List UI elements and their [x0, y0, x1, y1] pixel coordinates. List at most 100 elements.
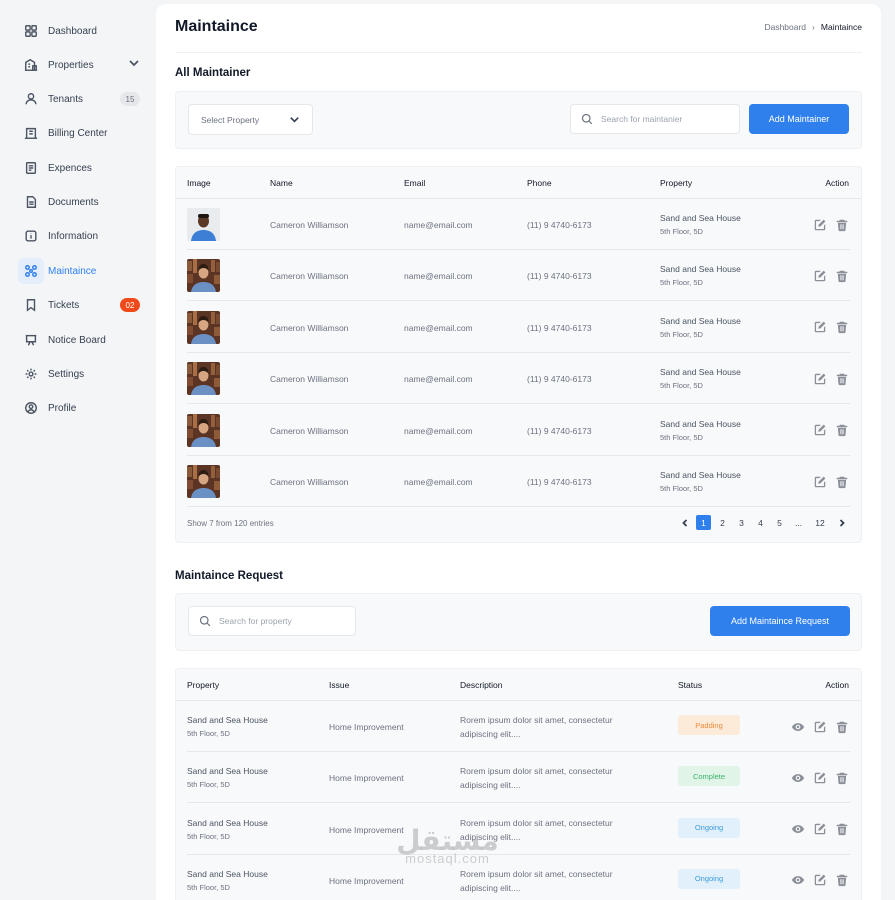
eye-icon[interactable]	[791, 720, 805, 734]
add-maintainer-button[interactable]: Add Maintainer	[749, 104, 849, 134]
maintainer-property: Sand and Sea House	[660, 264, 741, 275]
edit-icon[interactable]	[813, 873, 827, 887]
profile-icon	[18, 395, 44, 421]
trash-icon[interactable]	[835, 475, 849, 489]
eye-icon[interactable]	[791, 822, 805, 836]
sidebar-item-expences[interactable]: Expences	[18, 155, 140, 181]
trash-icon[interactable]	[835, 423, 849, 437]
request-table: Property Issue Description Status Action…	[175, 668, 862, 900]
sidebar-item-label: Documents	[48, 196, 99, 208]
sidebar-item-profile[interactable]: Profile	[18, 395, 140, 421]
sidebar-item-tickets[interactable]: Tickets 02	[18, 292, 140, 318]
breadcrumb-parent[interactable]: Dashboard	[764, 22, 806, 32]
maintainer-search-input[interactable]	[601, 114, 729, 124]
page-button[interactable]: 4	[753, 515, 768, 530]
maintainer-address: 5th Floor, 5D	[660, 432, 703, 442]
sidebar-item-label: Dashboard	[48, 25, 97, 37]
edit-icon[interactable]	[813, 771, 827, 785]
row-actions	[813, 250, 849, 301]
prev-page-button[interactable]	[677, 515, 692, 530]
request-description: Rorem ipsum dolor sit amet, consectetur	[460, 868, 613, 879]
column-header: Description	[460, 680, 503, 690]
maintainer-property: Sand and Sea House	[660, 418, 741, 429]
request-address: 5th Floor, 5D	[187, 780, 230, 790]
maintainer-search[interactable]	[570, 104, 740, 134]
avatar	[187, 310, 220, 344]
edit-icon[interactable]	[813, 218, 827, 232]
maintainer-email: name@email.com	[404, 271, 473, 282]
billing-icon	[18, 120, 44, 146]
trash-icon[interactable]	[835, 320, 849, 334]
edit-icon[interactable]	[813, 269, 827, 283]
pagination: 1 2 3 4 5 ... 12	[677, 515, 849, 530]
info-icon	[18, 223, 44, 249]
trash-icon[interactable]	[835, 720, 849, 734]
sidebar-item-maintaince[interactable]: Maintaince	[18, 258, 140, 284]
sidebar-item-tenants[interactable]: Tenants 15	[18, 86, 140, 112]
building-icon	[18, 52, 44, 78]
sidebar-item-dashboard[interactable]: Dashboard	[18, 18, 140, 44]
trash-icon[interactable]	[835, 771, 849, 785]
sidebar: Dashboard Properties Tenants 15 Billing …	[0, 0, 155, 900]
next-page-button[interactable]	[834, 515, 849, 530]
trash-icon[interactable]	[835, 873, 849, 887]
page-button[interactable]: 3	[734, 515, 749, 530]
request-issue: Home Improvement	[329, 722, 404, 732]
maintainer-name: Cameron Williamson	[270, 374, 349, 385]
page-button[interactable]: 1	[696, 515, 711, 530]
property-search[interactable]	[188, 606, 356, 636]
row-actions	[813, 302, 849, 353]
sidebar-item-label: Tickets	[48, 299, 80, 311]
chevron-down-icon[interactable]	[128, 56, 140, 74]
edit-icon[interactable]	[813, 822, 827, 836]
ticket-icon	[18, 292, 44, 318]
trash-icon[interactable]	[835, 822, 849, 836]
status-badge: Ongoing	[678, 868, 740, 889]
property-search-input[interactable]	[219, 616, 345, 626]
trash-icon[interactable]	[835, 372, 849, 386]
maintainer-email: name@email.com	[404, 477, 473, 487]
maintainer-property: Sand and Sea House	[660, 315, 741, 326]
request-property: Sand and Sea House	[187, 868, 268, 879]
maintainer-email: name@email.com	[404, 220, 473, 230]
eye-icon[interactable]	[791, 771, 805, 785]
row-actions	[813, 353, 849, 404]
sidebar-item-billing-center[interactable]: Billing Center	[18, 120, 140, 146]
maintainer-email: name@email.com	[404, 322, 473, 333]
page-button[interactable]: 12	[810, 515, 830, 530]
maintainer-address: 5th Floor, 5D	[660, 484, 703, 493]
page-button[interactable]: 5	[772, 515, 787, 530]
column-header: Status	[678, 680, 703, 690]
column-header: Phone	[527, 178, 552, 188]
eye-icon[interactable]	[791, 873, 805, 887]
trash-icon[interactable]	[835, 218, 849, 232]
sidebar-item-settings[interactable]: Settings	[18, 361, 140, 387]
sidebar-item-properties[interactable]: Properties	[18, 52, 140, 78]
request-description: Rorem ipsum dolor sit amet, consectetur	[460, 715, 613, 725]
trash-icon[interactable]	[835, 269, 849, 283]
table-row: Cameron Williamson name@email.com (11) 9 4…	[176, 456, 861, 507]
select-property-value: Select Property	[201, 114, 260, 125]
edit-icon[interactable]	[813, 423, 827, 437]
maintainer-name: Cameron Williamson	[270, 477, 349, 487]
add-maintaince-request-button[interactable]: Add Maintaince Request	[710, 606, 850, 636]
page-ellipsis: ...	[794, 517, 803, 528]
edit-icon[interactable]	[813, 372, 827, 386]
edit-icon[interactable]	[813, 720, 827, 734]
request-property: Sand and Sea House	[187, 715, 268, 725]
maintainer-table: Image Name Email Phone Property Action C…	[175, 166, 862, 543]
select-property-dropdown[interactable]: Select Property	[188, 104, 313, 135]
notice-board-icon	[18, 327, 44, 353]
maintainer-phone: (11) 9 4740-6173	[527, 271, 592, 282]
page-button[interactable]: 2	[715, 515, 730, 530]
maintainer-name: Cameron Williamson	[270, 322, 349, 333]
maintainer-phone: (11) 9 4740-6173	[527, 477, 592, 487]
sidebar-item-information[interactable]: Information	[18, 223, 140, 249]
sidebar-item-notice-board[interactable]: Notice Board	[18, 327, 140, 353]
sidebar-item-documents[interactable]: Documents	[18, 189, 140, 215]
edit-icon[interactable]	[813, 320, 827, 334]
maintainer-property: Sand and Sea House	[660, 213, 741, 223]
edit-icon[interactable]	[813, 475, 827, 489]
column-header: Email	[404, 178, 426, 188]
breadcrumb: Dashboard › Maintaince	[764, 22, 862, 32]
